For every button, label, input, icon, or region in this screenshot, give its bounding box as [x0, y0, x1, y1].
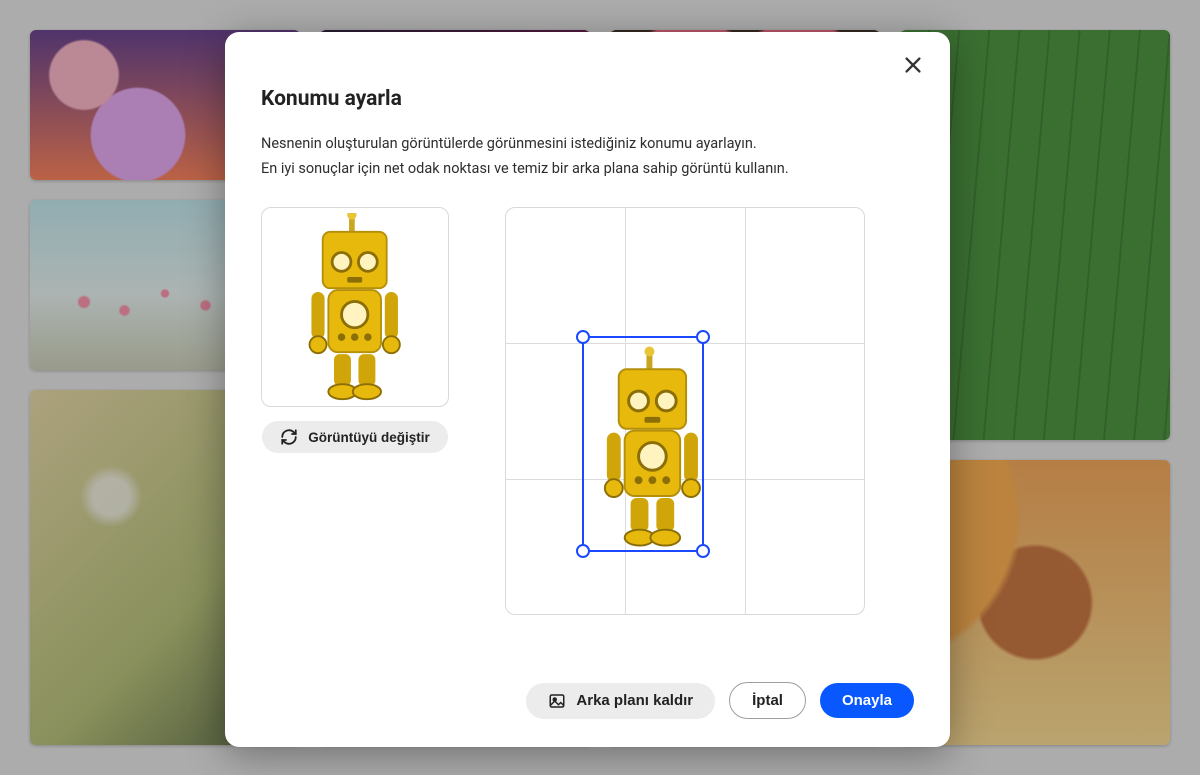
refresh-icon [280, 428, 298, 446]
resize-handle-tl[interactable] [576, 330, 590, 344]
placement-grid[interactable] [505, 207, 865, 615]
switch-image-button[interactable]: Görüntüyü değiştir [262, 421, 448, 453]
resize-handle-tr[interactable] [696, 330, 710, 344]
modal-subtitle: Nesnenin oluşturulan görüntülerde görünm… [261, 135, 914, 152]
switch-image-label: Görüntüyü değiştir [308, 430, 430, 445]
grid-line [745, 208, 746, 614]
cancel-button[interactable]: İptal [729, 682, 806, 719]
image-icon [548, 692, 566, 710]
resize-handle-bl[interactable] [576, 544, 590, 558]
close-icon [902, 54, 924, 76]
remove-background-button[interactable]: Arka planı kaldır [526, 683, 715, 719]
remove-background-label: Arka planı kaldır [576, 692, 693, 709]
resize-handle-br[interactable] [696, 544, 710, 558]
confirm-button[interactable]: Onayla [820, 683, 914, 718]
robot-icon [271, 213, 438, 401]
close-button[interactable] [902, 54, 924, 76]
modal-hint: En iyi sonuçlar için net odak noktası ve… [261, 160, 914, 177]
confirm-label: Onayla [842, 692, 892, 709]
selection-box[interactable] [582, 336, 704, 552]
cancel-label: İptal [752, 692, 783, 709]
modal-title: Konumu ayarla [261, 87, 914, 111]
set-position-modal: Konumu ayarla Nesnenin oluşturulan görün… [225, 32, 950, 747]
modal-footer: Arka planı kaldır İptal Onayla [225, 682, 914, 719]
subject-preview [261, 207, 449, 407]
